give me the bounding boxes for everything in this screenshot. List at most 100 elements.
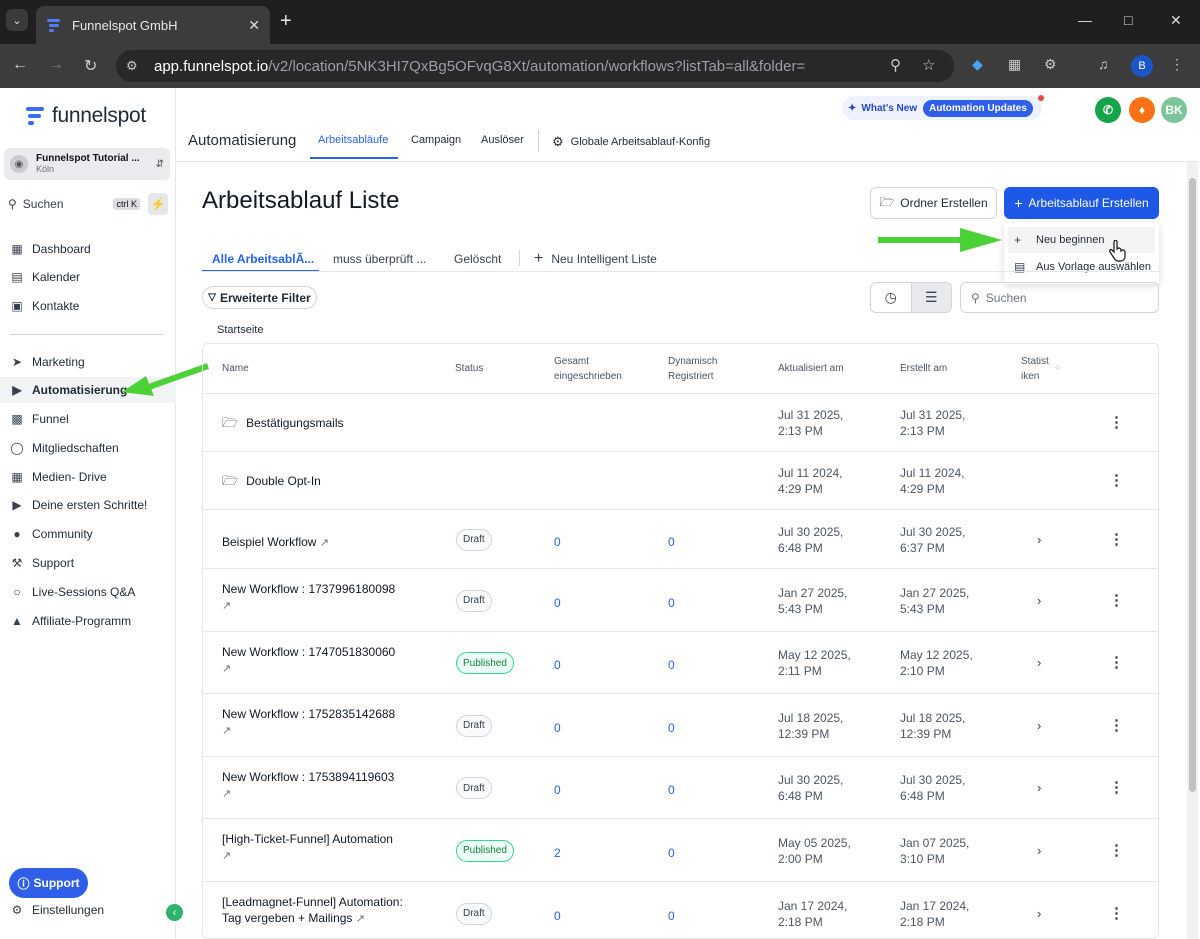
list-tab-geloescht[interactable]: Gelöscht [454, 252, 501, 266]
more-options-icon[interactable]: ⋮ [1109, 904, 1124, 922]
stats-chevron-icon[interactable]: › [1037, 655, 1041, 670]
list-tab-alle[interactable]: Alle ArbeitsablÃ... [212, 252, 314, 266]
external-link-icon[interactable]: ↗ [356, 913, 365, 925]
maximize-icon[interactable]: □ [1124, 12, 1132, 28]
workflow-name[interactable]: [High-Ticket-Funnel] Automation ↗ [222, 831, 422, 864]
tab-search-chevron-icon[interactable]: ⌄ [6, 9, 28, 31]
sidebar-search[interactable]: ⚲ Suchen ctrl K [4, 193, 140, 215]
workflow-name[interactable]: New Workflow : 1753894119603 ↗ [222, 769, 422, 802]
sidebar-item-mitgliedschaften[interactable]: ◯ Mitgliedschaften [0, 435, 176, 461]
table-row[interactable]: New Workflow : 1737996180098 ↗ Draft 0 0 Jan … [203, 569, 1158, 632]
create-workflow-button[interactable]: + Arbeitsablauf Erstellen [1004, 187, 1159, 219]
location-switcher[interactable]: ◉ Funnelspot Tutorial ... Köln ⇵ [4, 148, 170, 180]
workflow-name[interactable]: New Workflow : 1752835142688 ↗ [222, 706, 422, 739]
sidebar-item-medien-drive[interactable]: ▦ Medien- Drive [0, 464, 176, 490]
sidebar-item-kalender[interactable]: ▤ Kalender [0, 264, 176, 290]
sidebar-item-einstellungen[interactable]: ⚙ Einstellungen [0, 897, 176, 923]
browser-menu-icon[interactable]: ⋮ [1170, 56, 1184, 73]
table-row[interactable]: New Workflow : 1747051830060 ↗ Published 0 0… [203, 632, 1158, 694]
table-row[interactable]: [Leadmagnet-Funnel] Automation: Tag verge… [203, 882, 1158, 938]
tab-campaign[interactable]: Campaign [411, 134, 461, 146]
external-link-icon[interactable]: ↗ [222, 788, 231, 800]
info-icon[interactable]: ○ [1055, 362, 1060, 372]
list-view-icon[interactable]: ☰ [910, 283, 951, 312]
create-folder-button[interactable]: 🗁 Ordner Erstellen [870, 187, 997, 219]
workflow-name[interactable]: New Workflow : 1737996180098 ↗ [222, 581, 422, 614]
sidebar-item-support[interactable]: ⚒ Support [0, 550, 176, 576]
enrolled-count[interactable]: 0 [554, 908, 561, 924]
folder-row[interactable]: 🗁 Double Opt-In Jul 11 2024, 4:29 PM Jul 11 … [203, 452, 1158, 510]
close-tab-icon[interactable]: ✕ [248, 17, 260, 34]
menu-item-neu-beginnen[interactable]: + Neu beginnen [1008, 227, 1155, 253]
sidebar-item-kontakte[interactable]: ▣ Kontakte [0, 293, 176, 319]
sidebar-item-community[interactable]: ● Community [0, 521, 176, 547]
more-options-icon[interactable]: ⋮ [1109, 778, 1124, 796]
table-row[interactable]: Beispiel Workflow ↗ Draft 0 0 Jul 30 2025, 6:… [203, 510, 1158, 569]
more-options-icon[interactable]: ⋮ [1109, 841, 1124, 859]
stats-chevron-icon[interactable]: › [1037, 843, 1041, 858]
external-link-icon[interactable]: ↗ [320, 537, 329, 549]
back-icon[interactable]: ← [12, 56, 28, 74]
more-options-icon[interactable]: ⋮ [1109, 413, 1124, 431]
minimize-icon[interactable]: — [1078, 12, 1092, 28]
workflow-name[interactable]: 🗁 Bestätigungsmails [222, 415, 422, 431]
reload-icon[interactable]: ↻ [84, 56, 97, 76]
extensions-puzzle-icon[interactable]: ⚙ [1044, 56, 1057, 73]
new-tab-icon[interactable]: + [280, 10, 292, 32]
stats-chevron-icon[interactable]: › [1037, 906, 1041, 921]
stats-chevron-icon[interactable]: › [1037, 718, 1041, 733]
dynamic-count[interactable]: 0 [668, 908, 675, 924]
tab-arbeitsablaeufe[interactable]: Arbeitsabläufe [318, 134, 388, 146]
workflow-name[interactable]: [Leadmagnet-Funnel] Automation: Tag verge… [222, 894, 422, 927]
table-row[interactable]: New Workflow : 1752835142688 ↗ Draft 0 0 Jul … [203, 694, 1158, 757]
automation-updates-pill[interactable]: Automation Updates [923, 99, 1033, 117]
phone-icon[interactable]: ✆ [1095, 97, 1121, 123]
external-link-icon[interactable]: ↗ [222, 850, 231, 862]
zoom-icon[interactable]: ⚲ [890, 56, 901, 74]
bookmark-star-icon[interactable]: ☆ [922, 56, 935, 74]
browser-profile-avatar[interactable]: B [1131, 55, 1153, 77]
dynamic-count[interactable]: 0 [668, 595, 675, 611]
enrolled-count[interactable]: 0 [554, 595, 561, 611]
stats-chevron-icon[interactable]: › [1037, 532, 1041, 547]
sidebar-item-funnel[interactable]: ▩ Funnel [0, 406, 176, 432]
close-window-icon[interactable]: ✕ [1170, 12, 1182, 29]
advanced-filter-button[interactable]: ▽ Erweiterte Filter [202, 286, 317, 309]
support-button[interactable]: ⓘ Support [9, 868, 88, 898]
page-scrollbar[interactable] [1187, 162, 1198, 939]
media-control-icon[interactable]: ♫ [1098, 56, 1109, 72]
workflow-name[interactable]: New Workflow : 1747051830060 ↗ [222, 644, 422, 677]
dynamic-count[interactable]: 0 [668, 720, 675, 736]
external-link-icon[interactable]: ↗ [222, 600, 231, 612]
user-avatar[interactable]: BK [1161, 97, 1187, 123]
dynamic-count[interactable]: 0 [668, 657, 675, 673]
col-header-updated[interactable]: Aktualisiert am [778, 344, 844, 393]
enrolled-count[interactable]: 2 [554, 845, 561, 861]
col-header-stats[interactable]: Statist iken [1021, 344, 1049, 393]
sidebar-item-live-sessions[interactable]: ○ Live-Sessions Q&A [0, 579, 176, 605]
whats-new-button[interactable]: ✦ What's New Automation Updates [842, 96, 1042, 120]
browser-tab[interactable]: Funnelspot GmbH ✕ [36, 6, 270, 44]
more-options-icon[interactable]: ⋮ [1109, 591, 1124, 609]
more-options-icon[interactable]: ⋮ [1109, 716, 1124, 734]
tab-globale-konfig[interactable]: ⚙ Globale Arbeitsablauf-Konfig [552, 134, 710, 150]
breadcrumb[interactable]: Startseite [217, 324, 263, 336]
extension-diamond-icon[interactable]: ◆ [972, 56, 983, 73]
menu-item-aus-vorlage[interactable]: ▤ Aus Vorlage auswählen [1008, 254, 1155, 280]
table-row[interactable]: New Workflow : 1753894119603 ↗ Draft 0 0 Jul … [203, 757, 1158, 819]
enrolled-count[interactable]: 0 [554, 720, 561, 736]
sidebar-item-dashboard[interactable]: ▦ Dashboard [0, 236, 176, 262]
sidebar-item-erste-schritte[interactable]: ▶ Deine ersten Schritte! [0, 492, 176, 518]
list-tab-neu-intelligent[interactable]: + Neu Intelligent Liste [534, 250, 657, 268]
collapse-sidebar-icon[interactable]: ‹ [166, 904, 183, 921]
more-options-icon[interactable]: ⋮ [1109, 471, 1124, 489]
stats-chevron-icon[interactable]: › [1037, 593, 1041, 608]
col-header-created[interactable]: Erstellt am [900, 344, 947, 393]
col-header-status[interactable]: Status [455, 344, 483, 393]
workflow-search-input[interactable]: ⚲ Suchen [960, 282, 1159, 313]
col-header-enrolled[interactable]: Gesamt eingeschrieben [554, 344, 622, 393]
sidebar-item-affiliate[interactable]: ▲ Affiliate-Programm [0, 608, 176, 634]
clock-view-icon[interactable]: ◷ [871, 283, 911, 312]
site-info-icon[interactable]: ⚙ [126, 58, 138, 74]
enrolled-count[interactable]: 0 [554, 657, 561, 673]
